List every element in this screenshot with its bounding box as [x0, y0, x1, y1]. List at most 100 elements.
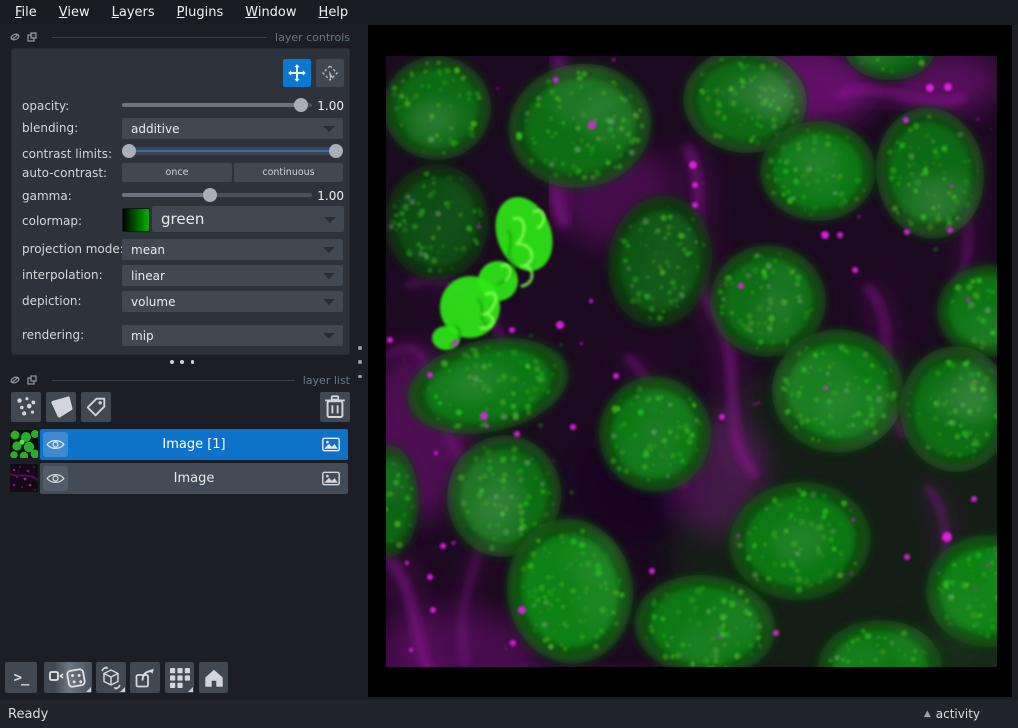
- dock-hide-icon[interactable]: [10, 32, 20, 42]
- rendering-label: rendering:: [22, 328, 84, 342]
- blending-label: blending:: [22, 121, 78, 135]
- menu-file[interactable]: File: [4, 3, 48, 22]
- projection-mode-label: projection mode:: [22, 242, 124, 256]
- activity-label: activity: [936, 707, 980, 721]
- interpolation-value: linear: [131, 269, 165, 283]
- new-labels-layer-button[interactable]: [81, 392, 111, 422]
- status-message: Ready: [8, 707, 48, 722]
- gamma-label: gamma:: [22, 189, 72, 203]
- chevron-up-icon: ▲: [924, 709, 931, 719]
- chevron-down-icon: [324, 217, 336, 223]
- move-arrows-icon: [287, 63, 307, 83]
- new-points-layer-button[interactable]: [11, 392, 41, 422]
- opacity-value: 1.00: [310, 99, 344, 113]
- dock-splitter-handle[interactable]: [170, 360, 194, 366]
- colormap-select[interactable]: green: [152, 206, 344, 232]
- rendering-value: mip: [131, 329, 154, 343]
- projection-mode-value: mean: [131, 243, 165, 257]
- delete-layer-button[interactable]: [320, 392, 350, 422]
- layer-thumbnail: [10, 430, 38, 458]
- menu-plugins[interactable]: Plugins: [166, 3, 235, 22]
- menu-view[interactable]: View: [48, 3, 101, 22]
- home-icon: [203, 667, 225, 689]
- layer-thumbnail: [10, 464, 38, 492]
- gamma-slider[interactable]: [122, 188, 312, 202]
- gamma-value: 1.00: [310, 189, 344, 203]
- labels-tag-icon: [84, 395, 108, 419]
- opacity-slider[interactable]: [122, 98, 312, 112]
- layer-row-image[interactable]: Image: [40, 463, 348, 494]
- home-reset-view-button[interactable]: [199, 662, 228, 693]
- chevron-down-icon: [323, 126, 335, 132]
- colormap-value: green: [161, 210, 204, 228]
- layer-row-image-1[interactable]: Image [1]: [40, 429, 348, 460]
- auto-contrast-once-button[interactable]: once: [122, 163, 232, 182]
- layer-controls-titlebar: layer controls: [10, 29, 350, 45]
- layer-name: Image [1]: [40, 429, 348, 460]
- menu-indicator: [86, 687, 91, 692]
- auto-contrast-label: auto-contrast:: [22, 166, 107, 180]
- ndisplay-toggle-button[interactable]: [44, 662, 92, 693]
- dock-float-icon[interactable]: [27, 32, 37, 42]
- blending-select[interactable]: additive: [122, 118, 343, 139]
- dock-title-line: [52, 37, 267, 38]
- menu-indicator: [120, 687, 125, 692]
- viewer-canvas[interactable]: [368, 25, 1012, 697]
- opacity-label: opacity:: [22, 99, 69, 113]
- layer-controls-title: layer controls: [275, 31, 350, 44]
- dock-title-line: [52, 380, 295, 381]
- chevron-down-icon: [323, 333, 335, 339]
- roll-cube-icon: [99, 666, 123, 690]
- grid-view-button[interactable]: [165, 662, 194, 693]
- transpose-icon: [133, 666, 157, 690]
- contrast-limits-low-handle[interactable]: [122, 144, 136, 158]
- 2d-3d-toggle-icon: [47, 666, 89, 690]
- menu-window[interactable]: Window: [234, 3, 307, 22]
- layer-list-title: layer list: [303, 374, 350, 387]
- chevron-down-icon: [323, 273, 335, 279]
- contrast-limits-high-handle[interactable]: [329, 144, 343, 158]
- transpose-dimensions-button[interactable]: [130, 662, 160, 693]
- points-icon: [14, 395, 38, 419]
- roll-dimensions-button[interactable]: [96, 662, 126, 693]
- gamma-slider-handle[interactable]: [203, 188, 217, 202]
- menu-help[interactable]: Help: [308, 3, 360, 22]
- rendering-select[interactable]: mip: [122, 325, 343, 346]
- grid-icon: [169, 667, 191, 689]
- trash-icon: [324, 395, 346, 419]
- main-splitter-handle[interactable]: [356, 346, 364, 378]
- console-icon: >_: [14, 670, 29, 686]
- dock-hide-icon[interactable]: [10, 375, 20, 385]
- status-bar: Ready ▲ activity: [0, 700, 1018, 728]
- menu-indicator: [188, 687, 193, 692]
- interpolation-select[interactable]: linear: [122, 265, 343, 286]
- menu-bar: File View Layers Plugins Window Help: [0, 0, 1018, 25]
- contrast-limits-label: contrast limits:: [22, 147, 112, 161]
- image-layer-type-icon: [322, 437, 340, 452]
- console-button[interactable]: >_: [5, 662, 37, 693]
- activity-toggle[interactable]: ▲ activity: [924, 707, 980, 721]
- new-shapes-layer-button[interactable]: [46, 392, 76, 422]
- shapes-icon: [49, 395, 73, 419]
- image-layer-type-icon: [322, 471, 340, 486]
- depiction-select[interactable]: volume: [122, 291, 343, 312]
- dock-float-icon[interactable]: [27, 375, 37, 385]
- transform-mode-button[interactable]: [316, 59, 344, 87]
- pan-mode-button[interactable]: [283, 59, 311, 87]
- layer-name: Image: [40, 463, 348, 494]
- projection-mode-select[interactable]: mean: [122, 239, 343, 260]
- interpolation-label: interpolation:: [22, 268, 103, 282]
- colormap-label: colormap:: [22, 214, 82, 228]
- microscopy-image: [386, 56, 997, 667]
- auto-contrast-continuous-button[interactable]: continuous: [234, 163, 343, 182]
- blending-value: additive: [131, 122, 179, 136]
- opacity-slider-handle[interactable]: [294, 98, 308, 112]
- layer-list-titlebar: layer list: [10, 372, 350, 388]
- colormap-gradient-swatch: [122, 208, 150, 232]
- contrast-limits-slider[interactable]: [122, 144, 343, 158]
- depiction-label: depiction:: [22, 294, 82, 308]
- chevron-down-icon: [323, 247, 335, 253]
- depiction-value: volume: [131, 295, 175, 309]
- menu-layers[interactable]: Layers: [101, 3, 166, 22]
- transform-icon: [320, 63, 340, 83]
